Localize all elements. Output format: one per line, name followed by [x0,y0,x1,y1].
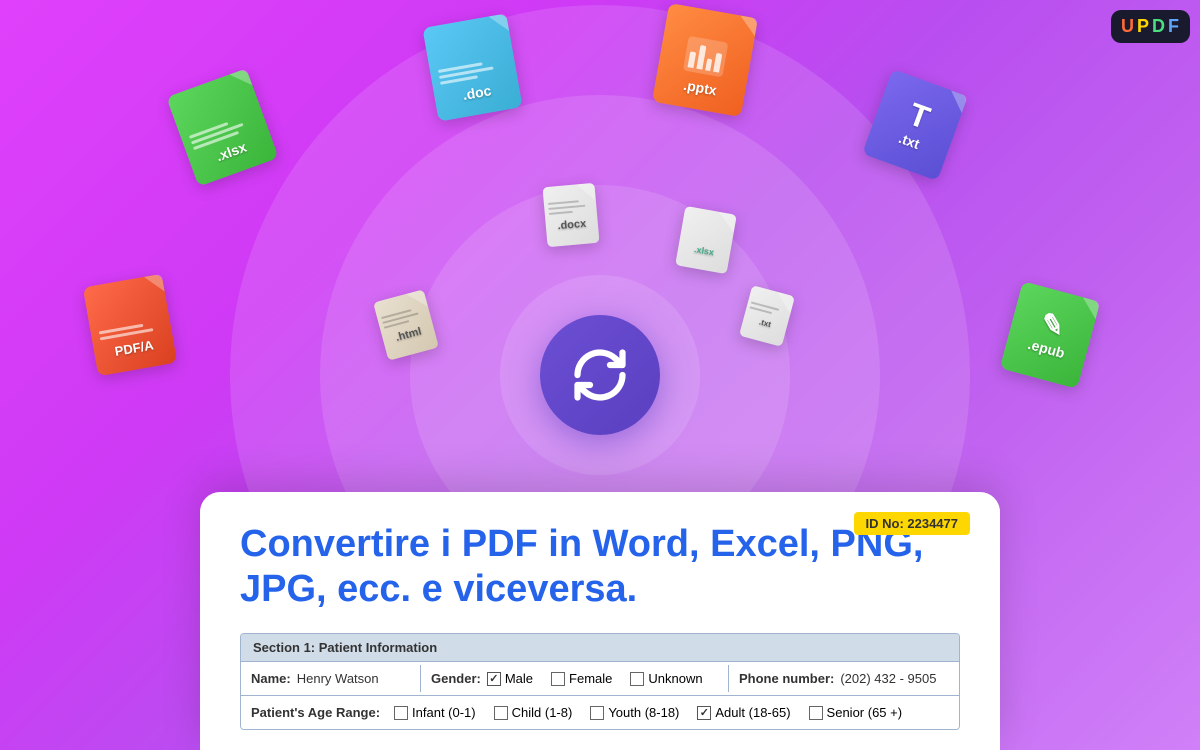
pptx-icon: .pptx [652,3,758,117]
age-senior: Senior (65 +) [809,705,903,720]
logo-p: P [1137,16,1150,37]
phone-label: Phone number: [739,671,834,686]
child-checkbox[interactable] [494,706,508,720]
gender-male: Male [487,671,533,686]
female-label: Female [569,671,612,686]
phone-cell: Phone number: (202) 432 - 9505 [729,665,959,692]
epub-icon: ✎ .epub [1000,281,1101,389]
age-infant: Infant (0-1) [394,705,476,720]
xlsx-small-icon: .xlsx [675,206,737,274]
youth-checkbox[interactable] [590,706,604,720]
child-label: Child (1-8) [512,705,573,720]
pdfa-ext-label: PDF/A [114,337,156,364]
pdfa-icon: PDF/A [83,274,177,377]
senior-checkbox[interactable] [809,706,823,720]
main-title: Convertire i PDF in Word, Excel, PNG, JP… [240,522,940,613]
logo-d: D [1152,16,1166,37]
age-child: Child (1-8) [494,705,573,720]
age-range-label: Patient's Age Range: [251,705,380,720]
xlsx-ext-label: .xlsx [214,139,251,170]
age-adult: Adult (18-65) [697,705,790,720]
infant-label: Infant (0-1) [412,705,476,720]
age-range-cell: Patient's Age Range: Infant (0-1) Child … [241,699,959,726]
docx-small-ext-label: .docx [557,218,587,238]
female-checkbox[interactable] [551,672,565,686]
adult-checkbox[interactable] [697,706,711,720]
form-row-1: Name: Henry Watson Gender: Male Female U… [241,661,959,695]
infant-checkbox[interactable] [394,706,408,720]
updf-logo: UPDF [1111,10,1190,43]
unknown-label: Unknown [648,671,702,686]
xlsx-large-icon: .xlsx [166,68,278,186]
logo-u: U [1121,16,1135,37]
unknown-checkbox[interactable] [630,672,644,686]
doc-ext-label: .doc [461,82,493,109]
name-label: Name: [251,671,291,686]
form-section-title: Section 1: Patient Information [241,634,959,661]
pptx-ext-label: .pptx [681,77,718,104]
youth-label: Youth (8-18) [608,705,679,720]
html-ext-label: .html [394,325,424,349]
txt-small-ext-label: .txt [757,317,772,335]
doc-icon: .doc [422,13,522,121]
conversion-icon[interactable] [540,315,660,435]
logo-f: F [1168,16,1180,37]
docx-small-icon: .docx [542,183,599,247]
gender-female: Female [551,671,612,686]
xlsx-small-ext-label: .xlsx [692,244,715,263]
male-label: Male [505,671,533,686]
patient-form: Section 1: Patient Information Name: Hen… [240,633,960,730]
male-checkbox[interactable] [487,672,501,686]
senior-label: Senior (65 +) [827,705,903,720]
gender-cell: Gender: Male Female Unknown [421,665,729,692]
content-card: ID No: 2234477 Convertire i PDF in Word,… [200,492,1000,750]
phone-value: (202) 432 - 9505 [840,671,936,686]
name-cell: Name: Henry Watson [241,665,421,692]
gender-unknown: Unknown [630,671,702,686]
name-value: Henry Watson [297,671,379,686]
adult-label: Adult (18-65) [715,705,790,720]
gender-label: Gender: [431,671,481,686]
form-row-2: Patient's Age Range: Infant (0-1) Child … [241,695,959,729]
id-badge: ID No: 2234477 [854,512,971,535]
age-youth: Youth (8-18) [590,705,679,720]
